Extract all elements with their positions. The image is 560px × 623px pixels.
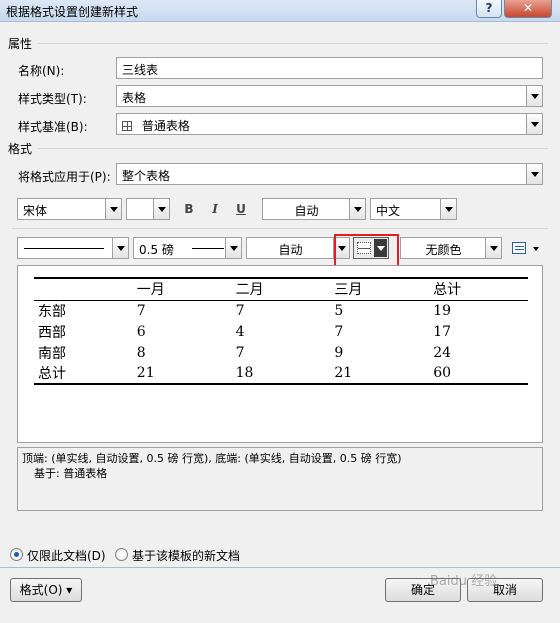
table-grid-icon bbox=[122, 121, 132, 131]
chevron-down-icon[interactable] bbox=[526, 114, 542, 134]
only-this-doc-radio[interactable] bbox=[10, 548, 23, 561]
shading-select[interactable]: 无颜色 bbox=[400, 237, 502, 259]
watermark: Baidu 经验 bbox=[430, 574, 498, 589]
table-cell: 西部 bbox=[38, 324, 66, 341]
table-cell: 9 bbox=[334, 344, 344, 361]
chevron-down-icon[interactable] bbox=[225, 238, 241, 258]
preview-table: 一月 二月 三月 总计 东部 7 7 5 19 西部 6 4 7 17 南部 8… bbox=[34, 277, 528, 385]
font-color-value: 自动 bbox=[294, 204, 319, 218]
help-button[interactable]: ? bbox=[476, 0, 502, 18]
style-name-input[interactable]: 三线表 bbox=[116, 57, 543, 79]
table-header-row: 一月 二月 三月 总计 bbox=[34, 277, 528, 301]
style-type-label: 样式类型(T): bbox=[18, 92, 87, 106]
table-cell: 60 bbox=[429, 363, 528, 385]
style-description: 顶端: (单实线, 自动设置, 0.5 磅 行宽), 底端: (单实线, 自动设… bbox=[17, 447, 543, 511]
chevron-down-icon[interactable] bbox=[485, 238, 501, 258]
font-size-select[interactable] bbox=[126, 198, 170, 220]
table-preview: 一月 二月 三月 总计 东部 7 7 5 19 西部 6 4 7 17 南部 8… bbox=[17, 265, 543, 443]
toolbar-divider bbox=[12, 228, 548, 229]
close-button[interactable]: ✕ bbox=[504, 0, 552, 18]
underline-button[interactable]: U bbox=[231, 199, 251, 219]
new-docs-template-label[interactable]: 基于该模板的新文档 bbox=[132, 547, 240, 564]
table-header-cell: 二月 bbox=[231, 277, 331, 301]
style-type-select[interactable]: 表格 bbox=[116, 85, 543, 107]
format-divider bbox=[38, 148, 548, 149]
line-style-select[interactable] bbox=[17, 237, 129, 259]
script-select[interactable]: 中文 bbox=[370, 198, 457, 220]
table-cell: 4 bbox=[235, 323, 245, 340]
cell-align-button[interactable] bbox=[512, 240, 544, 258]
line-weight-select[interactable]: 0.5 磅 bbox=[133, 237, 242, 259]
table-header-cell: 一月 bbox=[132, 277, 232, 301]
style-base-label: 样式基准(B): bbox=[18, 120, 88, 134]
table-cell: 东部 bbox=[38, 303, 66, 320]
table-row: 南部 8 7 9 24 bbox=[34, 342, 528, 363]
border-color-value: 自动 bbox=[278, 243, 303, 257]
only-this-doc-label[interactable]: 仅限此文档(D) bbox=[27, 547, 106, 564]
table-cell: 7 bbox=[235, 302, 245, 319]
chevron-down-icon[interactable] bbox=[349, 199, 365, 219]
chevron-down-icon[interactable] bbox=[526, 164, 542, 184]
table-header-cell: 三月 bbox=[330, 277, 430, 301]
new-docs-template-radio[interactable] bbox=[115, 548, 128, 561]
style-base-select[interactable]: 普通表格 bbox=[116, 113, 543, 135]
script-value: 中文 bbox=[376, 204, 401, 218]
table-cell: 6 bbox=[136, 323, 146, 340]
solid-line-icon bbox=[24, 248, 104, 249]
line-weight-value: 0.5 磅 bbox=[139, 243, 174, 257]
chevron-down-icon[interactable] bbox=[440, 199, 456, 219]
table-cell: 18 bbox=[231, 363, 331, 385]
table-cell: 南部 bbox=[38, 345, 66, 362]
apply-to-value: 整个表格 bbox=[122, 169, 171, 183]
chevron-down-icon[interactable] bbox=[526, 86, 542, 106]
window-title: 根据格式设置创建新样式 bbox=[6, 5, 139, 19]
font-color-select[interactable]: 自动 bbox=[262, 198, 366, 220]
table-row: 西部 6 4 7 17 bbox=[34, 321, 528, 342]
chevron-down-icon[interactable] bbox=[105, 199, 121, 219]
bold-button[interactable]: B bbox=[179, 199, 199, 219]
table-row: 总计 21 18 21 60 bbox=[34, 363, 528, 385]
table-cell: 7 bbox=[235, 344, 245, 361]
apply-to-select[interactable]: 整个表格 bbox=[116, 163, 543, 185]
chevron-down-icon[interactable] bbox=[153, 199, 169, 219]
properties-section-title: 属性 bbox=[8, 37, 33, 51]
table-cell: 8 bbox=[136, 344, 146, 361]
style-name-value: 三线表 bbox=[122, 63, 159, 77]
table-cell: 7 bbox=[334, 323, 344, 340]
chevron-down-icon[interactable] bbox=[533, 247, 539, 251]
style-type-value: 表格 bbox=[122, 91, 147, 105]
table-cell: 17 bbox=[433, 323, 452, 340]
title-bar: 根据格式设置创建新样式 ? ✕ bbox=[0, 0, 560, 22]
table-cell: 24 bbox=[433, 344, 452, 361]
format-menu-button[interactable]: 格式(O) ▾ bbox=[10, 578, 82, 602]
italic-button[interactable]: I bbox=[205, 199, 225, 219]
properties-divider bbox=[38, 43, 548, 44]
table-cell: 5 bbox=[334, 302, 344, 319]
style-base-value: 普通表格 bbox=[141, 119, 190, 133]
line-weight-sample-icon bbox=[192, 248, 224, 249]
shading-value: 无颜色 bbox=[425, 243, 462, 257]
table-cell: 19 bbox=[433, 302, 452, 319]
table-cell: 总计 bbox=[34, 363, 133, 385]
table-cell: 21 bbox=[132, 363, 232, 385]
table-cell: 7 bbox=[136, 302, 146, 319]
description-line: 顶端: (单实线, 自动设置, 0.5 磅 行宽), 底端: (单实线, 自动设… bbox=[22, 452, 402, 465]
cell-align-icon bbox=[512, 242, 526, 254]
footer-divider bbox=[0, 567, 560, 568]
table-header-cell bbox=[34, 277, 133, 301]
chevron-down-icon[interactable] bbox=[112, 238, 128, 258]
table-header-cell: 总计 bbox=[429, 277, 528, 301]
table-row: 东部 7 7 5 19 bbox=[34, 300, 528, 321]
name-label: 名称(N): bbox=[18, 64, 65, 78]
font-name-value: 宋体 bbox=[23, 204, 48, 218]
font-name-select[interactable]: 宋体 bbox=[17, 198, 122, 220]
description-line: 基于: 普通表格 bbox=[34, 467, 108, 480]
table-cell: 21 bbox=[330, 363, 430, 385]
format-section-title: 格式 bbox=[8, 142, 33, 156]
apply-to-label: 将格式应用于(P): bbox=[18, 170, 111, 184]
